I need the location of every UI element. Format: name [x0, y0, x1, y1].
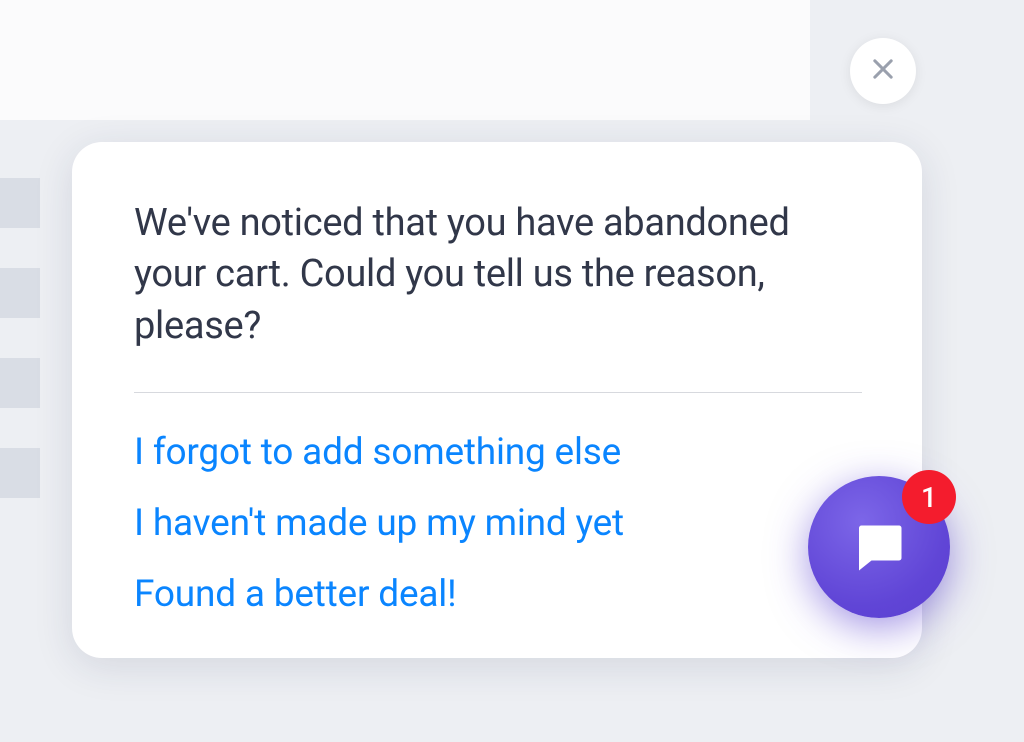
popup-message: We've noticed that you have abandoned yo… — [134, 198, 862, 352]
notification-badge: 1 — [902, 470, 956, 524]
background-stripe — [0, 448, 40, 498]
close-icon — [869, 55, 897, 87]
background-stripe — [0, 358, 40, 408]
popup-options: I forgot to add something else I haven't… — [134, 431, 862, 616]
divider — [134, 392, 862, 393]
chat-launcher-button[interactable]: 1 — [808, 476, 950, 618]
badge-count: 1 — [921, 481, 937, 514]
abandoned-cart-popup: We've noticed that you have abandoned yo… — [72, 142, 922, 658]
option-better-deal[interactable]: Found a better deal! — [134, 573, 862, 616]
background-stripe — [0, 178, 40, 228]
background-panel — [0, 0, 810, 120]
option-forgot-add[interactable]: I forgot to add something else — [134, 431, 862, 474]
close-button[interactable] — [850, 38, 916, 104]
chat-icon — [849, 512, 909, 582]
option-not-decided[interactable]: I haven't made up my mind yet — [134, 502, 862, 545]
background-stripe — [0, 268, 40, 318]
